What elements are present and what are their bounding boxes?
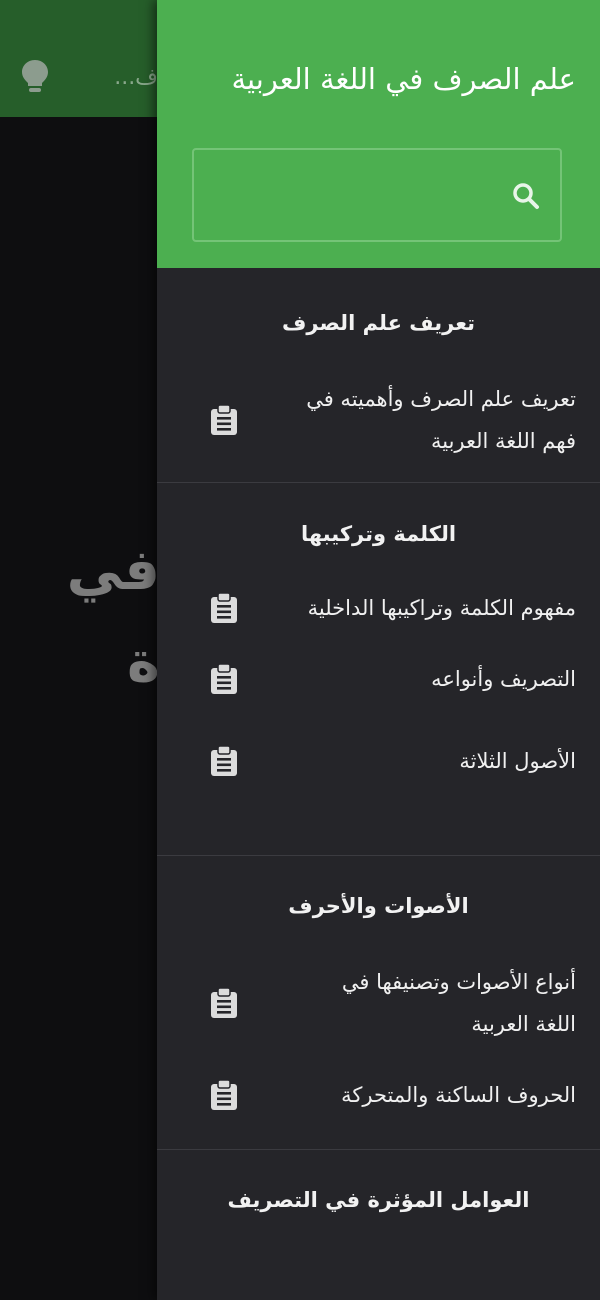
app-title: ف... [114,65,158,90]
menu-item-label: الحروف الساكنة والمتحركة [341,1083,576,1107]
search-input[interactable] [204,160,498,232]
menu-item[interactable]: الحروف الساكنة والمتحركة [157,1074,600,1116]
menu-item-label: أنواع الأصوات وتصنيفها في اللغة العربية [341,970,576,1036]
clipboard-icon [209,663,239,695]
menu-item[interactable]: مفهوم الكلمة وتراكيبها الداخلية [157,587,600,629]
section-title: تعريف علم الصرف [282,311,475,335]
section-title: الأصوات والأحرف [288,894,469,918]
menu-item-label: مفهوم الكلمة وتراكيبها الداخلية [307,596,576,620]
clipboard-icon [209,987,239,1019]
menu-section: الأصوات والأحرف أنواع الأصوات وتصنيفها ف… [157,856,600,1150]
content-heading: في ة [70,525,160,709]
clipboard-icon [209,404,239,436]
menu-item[interactable]: الأصول الثلاثة [157,740,600,782]
drawer-title: علم الصرف في اللغة العربية [231,62,576,96]
clipboard-icon [209,1079,239,1111]
lightbulb-icon[interactable] [20,58,50,94]
drawer-header: علم الصرف في اللغة العربية [157,0,600,268]
section-title: الكلمة وتركيبها [300,522,457,546]
menu-item[interactable]: التصريف وأنواعه [157,658,600,700]
menu-item-label: التصريف وأنواعه [431,667,576,691]
search-icon[interactable] [510,180,542,212]
drawer-menu: تعريف علم الصرف تعريف علم الصرف وأهميته … [157,268,600,1300]
clipboard-icon [209,745,239,777]
section-title: العوامل المؤثرة في التصريف [227,1188,530,1212]
content-heading-line1: في [70,538,160,603]
clipboard-icon [209,592,239,624]
menu-section: العوامل المؤثرة في التصريف [157,1150,600,1300]
menu-item-label: تعريف علم الصرف وأهميته في فهم اللغة الع… [306,387,576,453]
menu-section: تعريف علم الصرف تعريف علم الصرف وأهميته … [157,268,600,483]
menu-section: الكلمة وتركيبها مفهوم الكلمة وتراكيبها ا… [157,483,600,856]
menu-item[interactable]: تعريف علم الصرف وأهميته في فهم اللغة الع… [157,378,600,462]
menu-item[interactable]: أنواع الأصوات وتصنيفها في اللغة العربية [157,961,600,1045]
search-box[interactable] [192,148,562,242]
navigation-drawer: علم الصرف في اللغة العربية تعريف علم الص… [157,0,600,1300]
content-heading-line2: ة [126,630,160,695]
menu-item-label: الأصول الثلاثة [459,749,576,773]
